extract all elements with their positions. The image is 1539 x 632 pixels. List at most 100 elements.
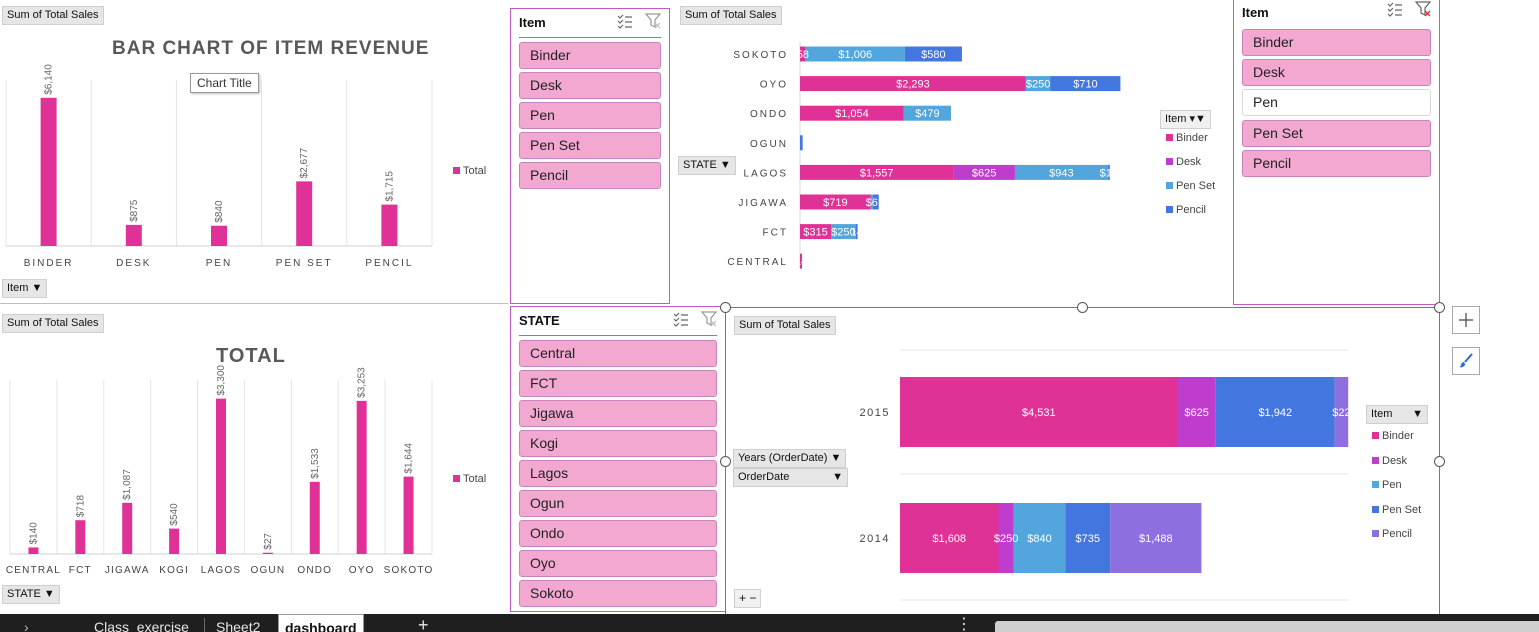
bar-desk[interactable] (125, 224, 142, 246)
slicer-item-kogi[interactable]: Kogi (519, 430, 717, 457)
legend-swatch (1372, 505, 1379, 513)
dropdown-arrow-icon: ▼ (830, 452, 842, 464)
slicer-item-oyo[interactable]: Oyo (519, 550, 717, 577)
chart4-axis-field-button-years[interactable]: Years (OrderDate) ▼ (733, 449, 847, 468)
category-label: JIGAWA (738, 198, 788, 209)
legend-item-binder: Binder (1372, 430, 1414, 442)
slicer-divider (519, 37, 661, 38)
clear-filter-icon[interactable] (645, 13, 661, 29)
data-label: $250 (994, 533, 1018, 545)
add-sheet-button[interactable]: + (418, 614, 429, 632)
category-label: OGUN (750, 139, 788, 150)
data-label: $718 (75, 495, 86, 518)
chart4-axis-field-label-orderdate: OrderDate (738, 471, 790, 483)
legend-label: Pen Set (1176, 180, 1216, 192)
slicer-item-binder[interactable]: Binder (1242, 29, 1431, 56)
item-slicer-2[interactable]: Item Binder Desk Pen Pen Set Pencil (1233, 0, 1440, 305)
legend-item-pen: Pen (1372, 479, 1402, 491)
chart1-axis-field-button[interactable]: Item ▼ (2, 279, 48, 298)
bar-lagos[interactable] (216, 398, 226, 554)
sheet-tab-dashboard[interactable]: dashboard (278, 614, 364, 632)
expand-collapse-buttons[interactable]: + − (734, 589, 762, 608)
scroll-left-icon[interactable]: › (24, 614, 29, 632)
slicer-item-ondo[interactable]: Ondo (519, 520, 717, 547)
data-label: $2,677 (299, 147, 310, 178)
data-label: $625 (972, 167, 996, 179)
data-label: 14 (851, 227, 863, 239)
slicer-item-desk[interactable]: Desk (1242, 59, 1431, 87)
data-label: $1,006 (838, 49, 872, 61)
slicer-item-pen[interactable]: Pen (519, 102, 661, 129)
slicer-item-pencil[interactable]: Pencil (519, 162, 661, 189)
category-label: CENTRAL (6, 565, 61, 576)
category-label: OYO (349, 565, 375, 576)
chart3-axis-field-button[interactable]: STATE ▼ (678, 156, 736, 175)
multi-select-icon[interactable] (1387, 1, 1403, 17)
slicer-item-pen-set[interactable]: Pen Set (519, 132, 661, 159)
slicer-item-pen-set[interactable]: Pen Set (1242, 119, 1431, 147)
data-label: $1,557 (860, 167, 894, 179)
slicer-item-pen[interactable]: Pen (1242, 89, 1431, 117)
data-label: $250 (1026, 79, 1050, 91)
chart4-legend-field-button[interactable]: Item ▼ (1366, 405, 1428, 424)
bar-ogun[interactable] (262, 552, 273, 554)
legend-label: Desk (1176, 156, 1202, 168)
data-label: $875 (129, 199, 140, 222)
data-label: $6 (866, 197, 878, 209)
slicer-item-ogun[interactable]: Ogun (519, 490, 717, 517)
slicer-item-sokoto[interactable]: Sokoto (519, 580, 717, 607)
horizontal-scrollbar[interactable] (995, 621, 1539, 632)
category-label: ONDO (297, 565, 332, 576)
bar-ondo[interactable] (309, 481, 320, 554)
legend-item-desk: Desk (1372, 455, 1407, 467)
bar-pen[interactable] (211, 225, 227, 246)
bar-pen-set[interactable] (296, 181, 313, 246)
bar-sokoto[interactable] (403, 476, 414, 554)
slicer-item-desk[interactable]: Desk (519, 72, 661, 99)
sheet-tab-sheet2[interactable]: Sheet2 (216, 614, 260, 632)
chart2-axis-field-button[interactable]: STATE ▼ (2, 585, 60, 604)
slicer-item-binder[interactable]: Binder (519, 42, 661, 69)
data-label: $1,644 (404, 443, 415, 474)
bar-jigawa[interactable] (122, 502, 133, 554)
bar-oyo[interactable] (356, 400, 367, 554)
bar-segment-pencil[interactable] (800, 135, 803, 151)
slicer-item-fct[interactable]: FCT (519, 370, 717, 397)
more-options-icon[interactable]: ⋮ (956, 614, 972, 632)
slicer-item-jigawa[interactable]: Jigawa (519, 400, 717, 427)
legend-item-pencil: Pencil (1166, 204, 1206, 216)
legend-label: Binder (1382, 430, 1414, 442)
bar-binder[interactable] (40, 97, 57, 247)
dropdown-arrow-icon: ▼ (719, 159, 731, 171)
chart-styles-button[interactable] (1452, 347, 1480, 375)
clear-filter-icon[interactable] (1415, 1, 1431, 17)
slicer-item-pencil[interactable]: Pencil (1242, 149, 1431, 177)
multi-select-icon[interactable] (617, 13, 633, 29)
legend-swatch (1372, 530, 1379, 537)
item-slicer-1[interactable]: Item Binder Desk Pen Pen Set Pencil (510, 8, 670, 304)
legend-item-binder: Binder (1166, 132, 1208, 144)
chart-elements-button[interactable] (1452, 306, 1480, 334)
slicer-item-lagos[interactable]: Lagos (519, 460, 717, 487)
bar-fct[interactable] (75, 520, 86, 554)
dropdown-arrow-icon: ▼ (31, 282, 43, 294)
legend-label: Pen (1382, 479, 1402, 491)
data-label: $625 (1184, 407, 1208, 419)
sheet-tab-class-exercise[interactable]: Class_exercise (94, 614, 189, 632)
category-label: PEN SET (276, 258, 333, 269)
state-slicer[interactable]: STATE Central FCT Jigawa Kogi Lagos Ogun Ondo O… (510, 306, 726, 612)
bar-central[interactable] (28, 547, 39, 554)
data-label: $1,087 (122, 469, 133, 500)
category-label: 2015 (860, 407, 890, 419)
chart3-legend-field-button[interactable]: Item ▾▼ (1160, 110, 1211, 129)
legend-label: Binder (1176, 132, 1208, 144)
bar-kogi[interactable] (169, 528, 180, 554)
bar-pencil[interactable] (381, 204, 398, 246)
chart4-axis-field-button-orderdate[interactable]: OrderDate ▼ (733, 468, 848, 487)
multi-select-icon[interactable] (673, 311, 689, 327)
clear-filter-icon[interactable] (701, 311, 717, 327)
category-label: FCT (69, 565, 92, 576)
slicer-item-central[interactable]: Central (519, 340, 717, 367)
data-label: $580 (921, 49, 945, 61)
data-label: $1,715 (384, 171, 395, 202)
